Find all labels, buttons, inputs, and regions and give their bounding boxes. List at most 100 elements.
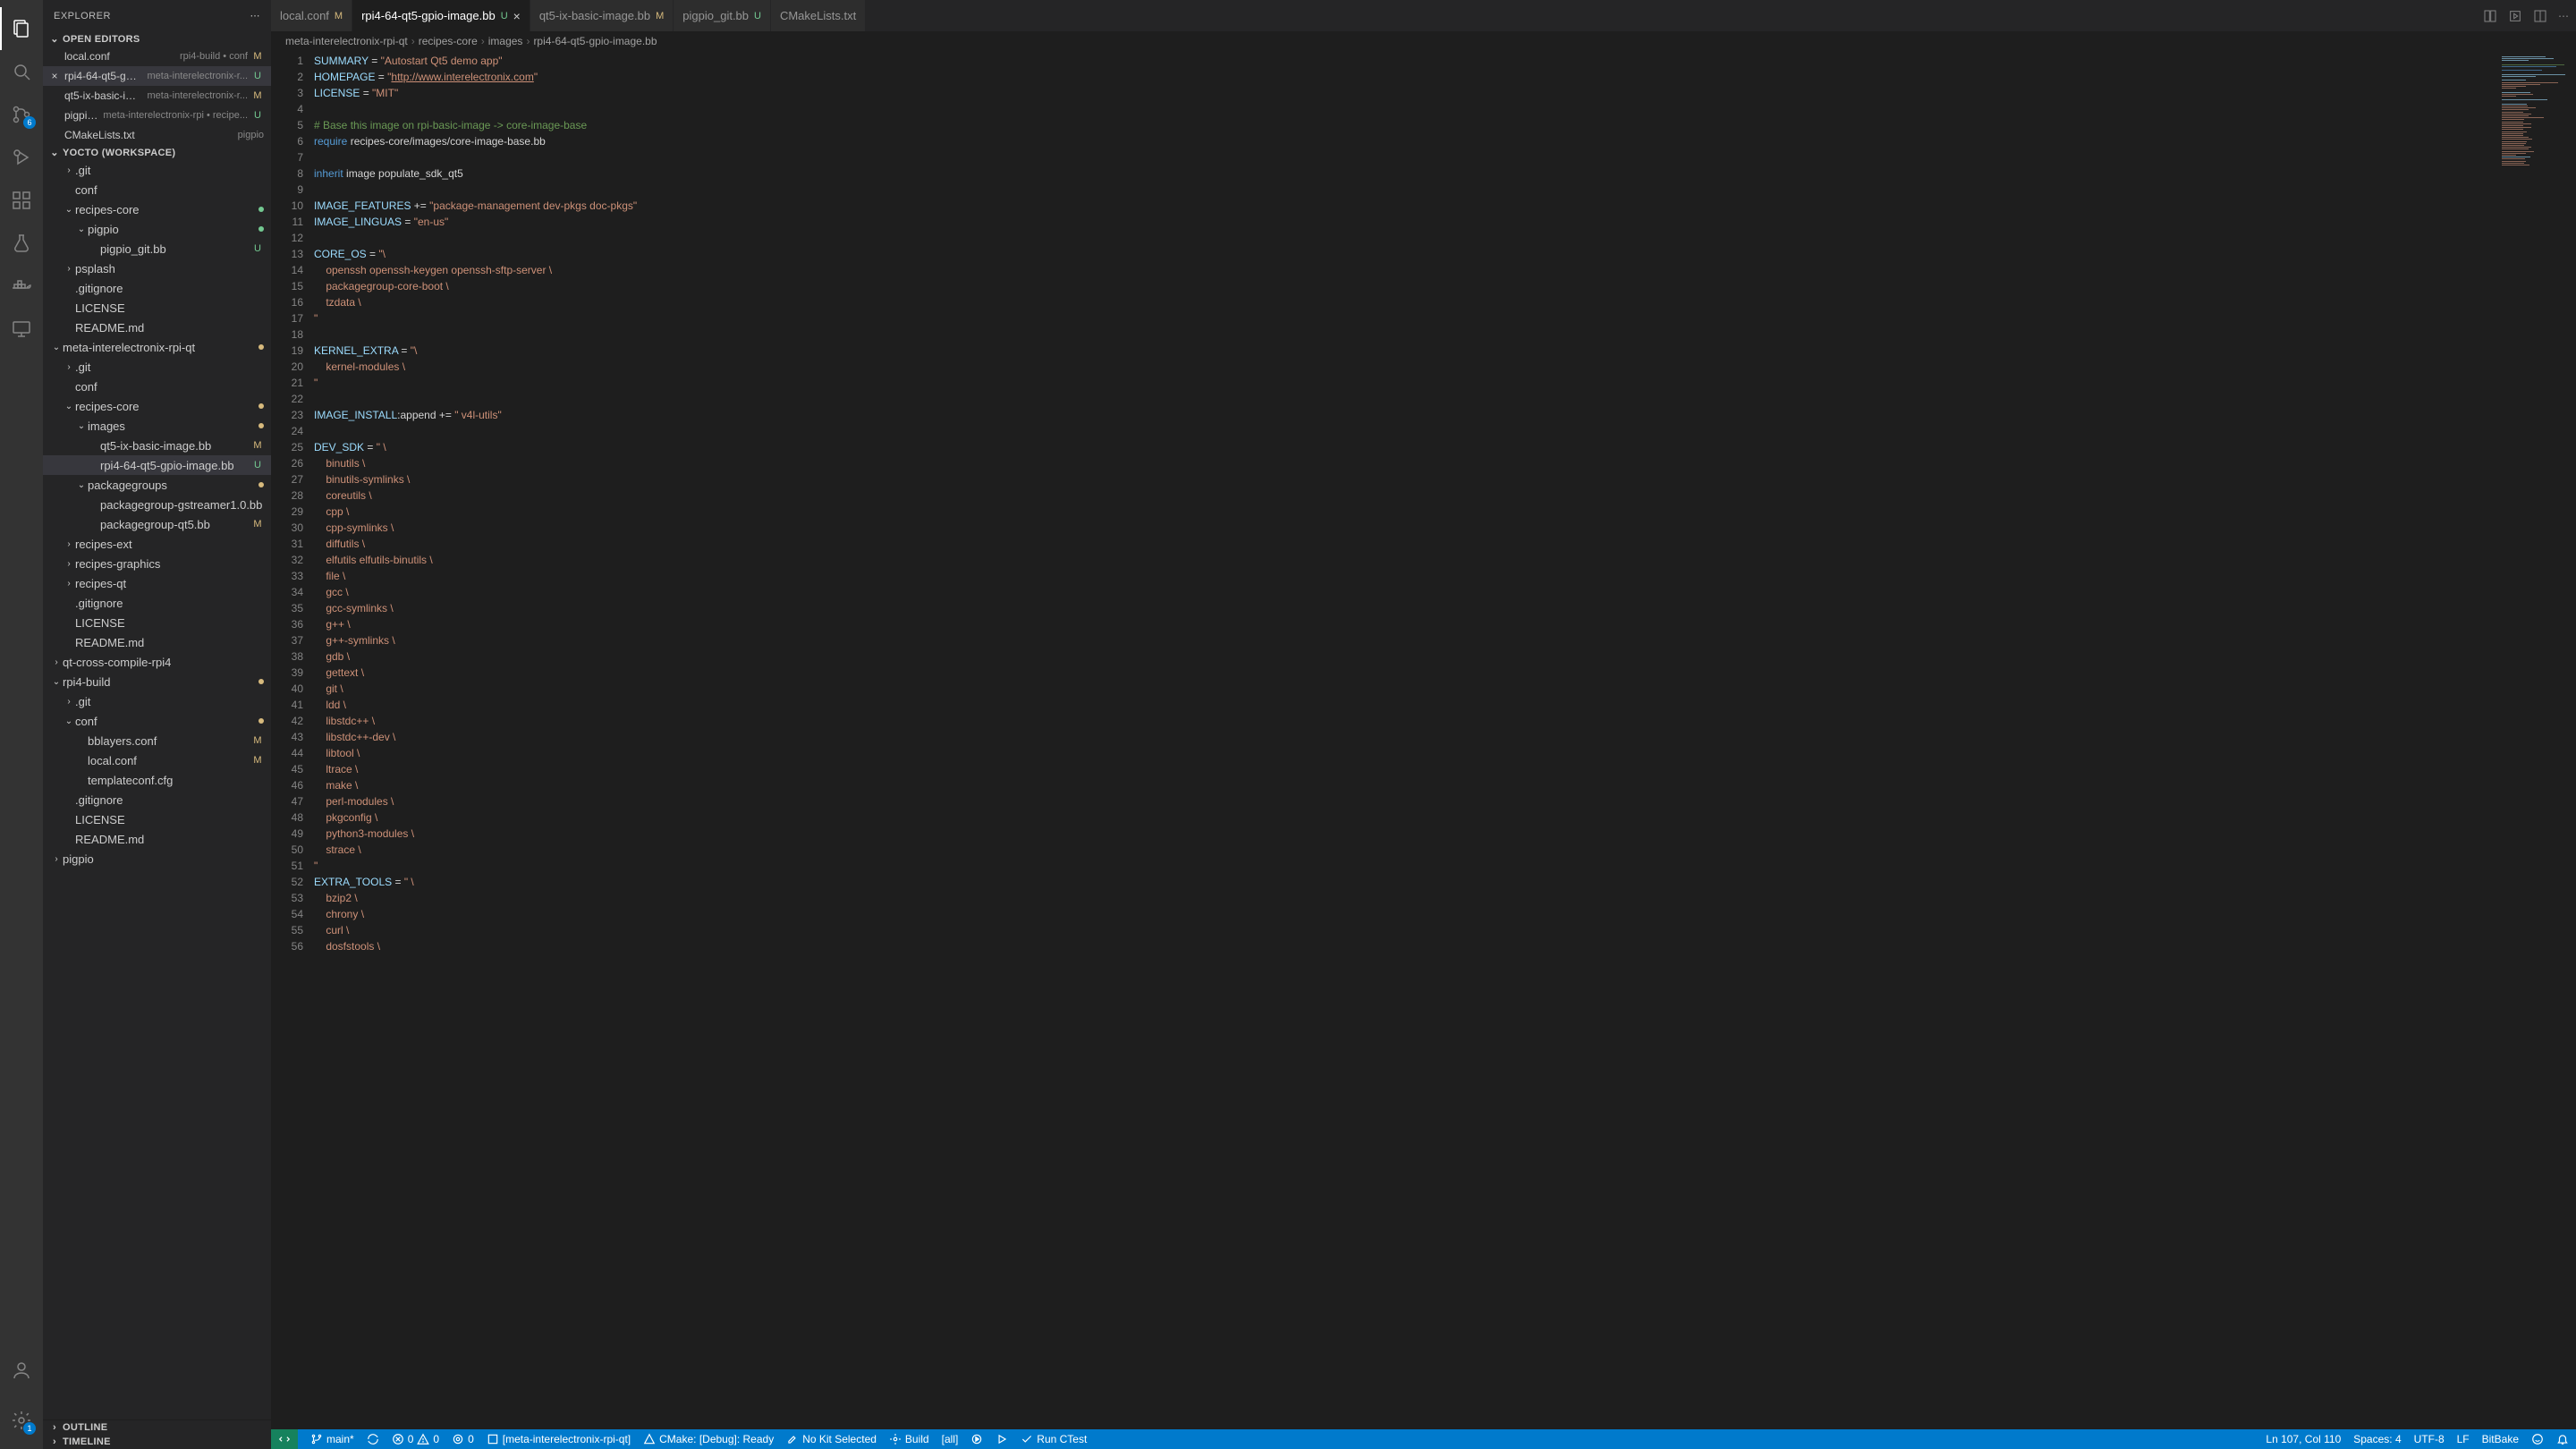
tree-item[interactable]: ⌄meta-interelectronix-rpi-qt xyxy=(43,337,271,357)
minimap[interactable] xyxy=(2496,51,2576,1429)
outline-header[interactable]: › OUTLINE xyxy=(43,1420,271,1435)
tree-item[interactable]: .gitignore xyxy=(43,278,271,298)
tree-item[interactable]: ⌄pigpio xyxy=(43,219,271,239)
settings-icon[interactable]: 1 xyxy=(0,1399,43,1442)
tree-item[interactable]: pigpio_git.bbU xyxy=(43,239,271,258)
tree-item[interactable]: ›.git xyxy=(43,160,271,180)
cmake-context[interactable]: [meta-interelectronix-rpi-qt] xyxy=(487,1433,631,1445)
editor-tab[interactable]: rpi4-64-qt5-gpio-image.bbU× xyxy=(352,0,530,31)
encoding[interactable]: UTF-8 xyxy=(2414,1433,2445,1445)
tree-item[interactable]: qt5-ix-basic-image.bbM xyxy=(43,436,271,455)
tree-item[interactable]: LICENSE xyxy=(43,613,271,632)
tree-item[interactable]: packagegroup-gstreamer1.0.bb xyxy=(43,495,271,514)
git-dot xyxy=(258,718,264,724)
breadcrumb-segment[interactable]: rpi4-64-qt5-gpio-image.bb xyxy=(533,35,657,47)
tree-item[interactable]: LICENSE xyxy=(43,809,271,829)
breadcrumb-segment[interactable]: meta-interelectronix-rpi-qt xyxy=(285,35,408,47)
workspace-header[interactable]: ⌄ YOCTO (WORKSPACE) xyxy=(43,145,271,160)
debug-icon[interactable] xyxy=(0,136,43,179)
open-editor-item[interactable]: ×rpi4-64-qt5-gpio-image.bbmeta-interelec… xyxy=(43,66,271,86)
tree-item[interactable]: ⌄conf xyxy=(43,711,271,731)
cmake-build[interactable]: Build xyxy=(889,1433,929,1445)
tree-item[interactable]: local.confM xyxy=(43,750,271,770)
open-editor-item[interactable]: CMakeLists.txtpigpio xyxy=(43,125,271,145)
tree-item[interactable]: README.md xyxy=(43,318,271,337)
cmake-kit[interactable]: No Kit Selected xyxy=(786,1433,877,1445)
timeline-header[interactable]: › TIMELINE xyxy=(43,1435,271,1449)
tree-item[interactable]: .gitignore xyxy=(43,593,271,613)
explorer-icon[interactable] xyxy=(0,7,43,50)
docker-icon[interactable] xyxy=(0,265,43,308)
chevron-icon: › xyxy=(63,362,75,372)
scm-icon[interactable]: 6 xyxy=(0,93,43,136)
editor-tab[interactable]: CMakeLists.txt xyxy=(771,0,866,31)
editor-tab[interactable]: pigpio_git.bbU xyxy=(674,0,771,31)
tree-item[interactable]: .gitignore xyxy=(43,790,271,809)
testing-icon[interactable] xyxy=(0,222,43,265)
tree-item[interactable]: ›psplash xyxy=(43,258,271,278)
tree-item[interactable]: templateconf.cfg xyxy=(43,770,271,790)
tree-item[interactable]: bblayers.confM xyxy=(43,731,271,750)
tree-item[interactable]: ›.git xyxy=(43,691,271,711)
open-editor-item[interactable]: pigpio_git.bbmeta-interelectronix-rpi • … xyxy=(43,106,271,125)
explorer-more-icon[interactable]: ⋯ xyxy=(250,10,261,21)
remote-explorer-icon[interactable] xyxy=(0,308,43,351)
language-mode[interactable]: BitBake xyxy=(2482,1433,2519,1445)
breadcrumb-segment[interactable]: images xyxy=(488,35,523,47)
tree-item[interactable]: ⌄recipes-core xyxy=(43,396,271,416)
tree-item[interactable]: ›recipes-qt xyxy=(43,573,271,593)
remote-indicator[interactable] xyxy=(271,1429,298,1449)
tree-item[interactable]: ›.git xyxy=(43,357,271,377)
tree-item[interactable]: README.md xyxy=(43,829,271,849)
chevron-icon: ⌄ xyxy=(50,343,63,352)
editor[interactable]: 1234567891011121314151617181920212223242… xyxy=(271,51,2576,1429)
tree-item[interactable]: conf xyxy=(43,180,271,199)
tree-item[interactable]: ›recipes-graphics xyxy=(43,554,271,573)
chevron-icon: › xyxy=(63,559,75,569)
eol[interactable]: LF xyxy=(2457,1433,2470,1445)
run-ctest[interactable]: Run CTest xyxy=(1021,1433,1087,1445)
tree-item[interactable]: README.md xyxy=(43,632,271,652)
notifications-icon[interactable] xyxy=(2556,1433,2569,1445)
ports[interactable]: 0 xyxy=(452,1433,474,1445)
breadcrumb[interactable]: meta-interelectronix-rpi-qt›recipes-core… xyxy=(271,31,2576,51)
close-icon[interactable]: × xyxy=(48,70,61,82)
cmake-status[interactable]: CMake: [Debug]: Ready xyxy=(643,1433,774,1445)
more-icon[interactable]: ⋯ xyxy=(2558,10,2569,22)
tree-item[interactable]: rpi4-64-qt5-gpio-image.bbU xyxy=(43,455,271,475)
tree-item[interactable]: LICENSE xyxy=(43,298,271,318)
tree-item[interactable]: ›pigpio xyxy=(43,849,271,869)
extensions-icon[interactable] xyxy=(0,179,43,222)
tree-item[interactable]: ⌄recipes-core xyxy=(43,199,271,219)
git-branch[interactable]: main* xyxy=(310,1433,354,1445)
git-sync[interactable] xyxy=(367,1433,379,1445)
tree-item[interactable]: packagegroup-qt5.bbM xyxy=(43,514,271,534)
chevron-icon: ⌄ xyxy=(63,205,75,215)
tree-item[interactable]: ⌄images xyxy=(43,416,271,436)
cmake-target[interactable]: [all] xyxy=(942,1433,959,1445)
editor-tab[interactable]: qt5-ix-basic-image.bbM xyxy=(530,0,674,31)
problems[interactable]: 0 0 xyxy=(392,1433,439,1445)
split-icon[interactable] xyxy=(2533,9,2547,23)
account-icon[interactable] xyxy=(0,1349,43,1392)
debug-launch[interactable] xyxy=(970,1433,983,1445)
code-content[interactable]: SUMMARY = "Autostart Qt5 demo app"HOMEPA… xyxy=(314,51,2496,1429)
tree-item[interactable]: ›qt-cross-compile-rpi4 xyxy=(43,652,271,672)
tree-item[interactable]: conf xyxy=(43,377,271,396)
tree-item[interactable]: ›recipes-ext xyxy=(43,534,271,554)
tree-item[interactable]: ⌄packagegroups xyxy=(43,475,271,495)
tree-item[interactable]: ⌄rpi4-build xyxy=(43,672,271,691)
open-editors-header[interactable]: ⌄ OPEN EDITORS xyxy=(43,31,271,47)
search-icon[interactable] xyxy=(0,50,43,93)
indentation[interactable]: Spaces: 4 xyxy=(2353,1433,2401,1445)
editor-tab[interactable]: local.confM xyxy=(271,0,352,31)
cursor-position[interactable]: Ln 107, Col 110 xyxy=(2266,1433,2341,1445)
feedback-icon[interactable] xyxy=(2531,1433,2544,1445)
breadcrumb-segment[interactable]: recipes-core xyxy=(419,35,478,47)
run-launch[interactable] xyxy=(996,1433,1008,1445)
close-icon[interactable]: × xyxy=(513,9,521,23)
compare-icon[interactable] xyxy=(2483,9,2497,23)
open-editor-item[interactable]: qt5-ix-basic-image.bbmeta-interelectroni… xyxy=(43,86,271,106)
open-editor-item[interactable]: local.confrpi4-build • confM xyxy=(43,47,271,66)
run-icon[interactable] xyxy=(2508,9,2522,23)
